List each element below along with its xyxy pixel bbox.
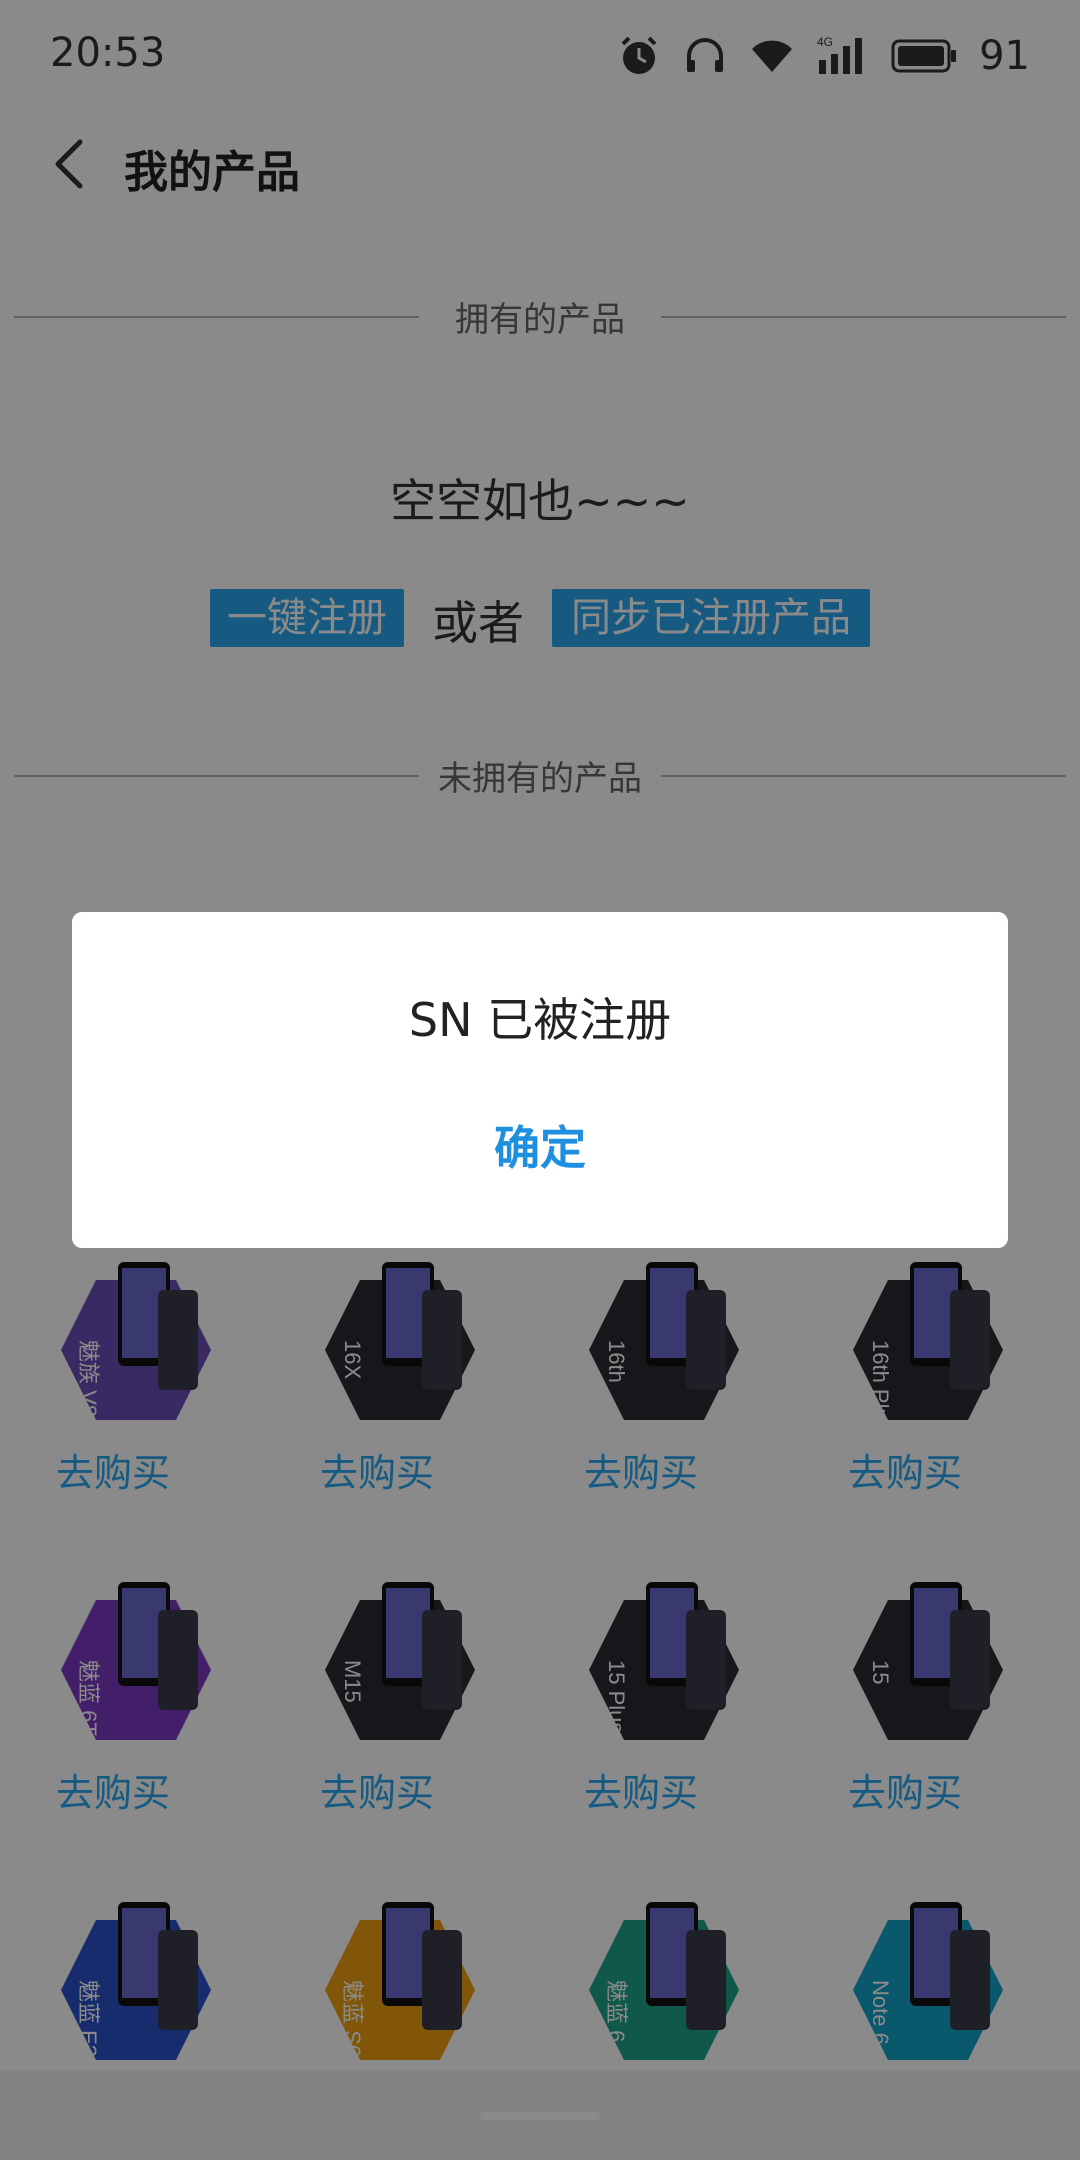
alert-dialog: SN 已被注册 确定 (72, 912, 1008, 1248)
confirm-button[interactable]: 确定 (440, 1108, 640, 1188)
my-products-page: 20:53 4G 91 我的产品 拥有的产品 空空如也~~~ 一键注册 或者 同… (0, 0, 1080, 2160)
dialog-message: SN 已被注册 (408, 993, 672, 1047)
